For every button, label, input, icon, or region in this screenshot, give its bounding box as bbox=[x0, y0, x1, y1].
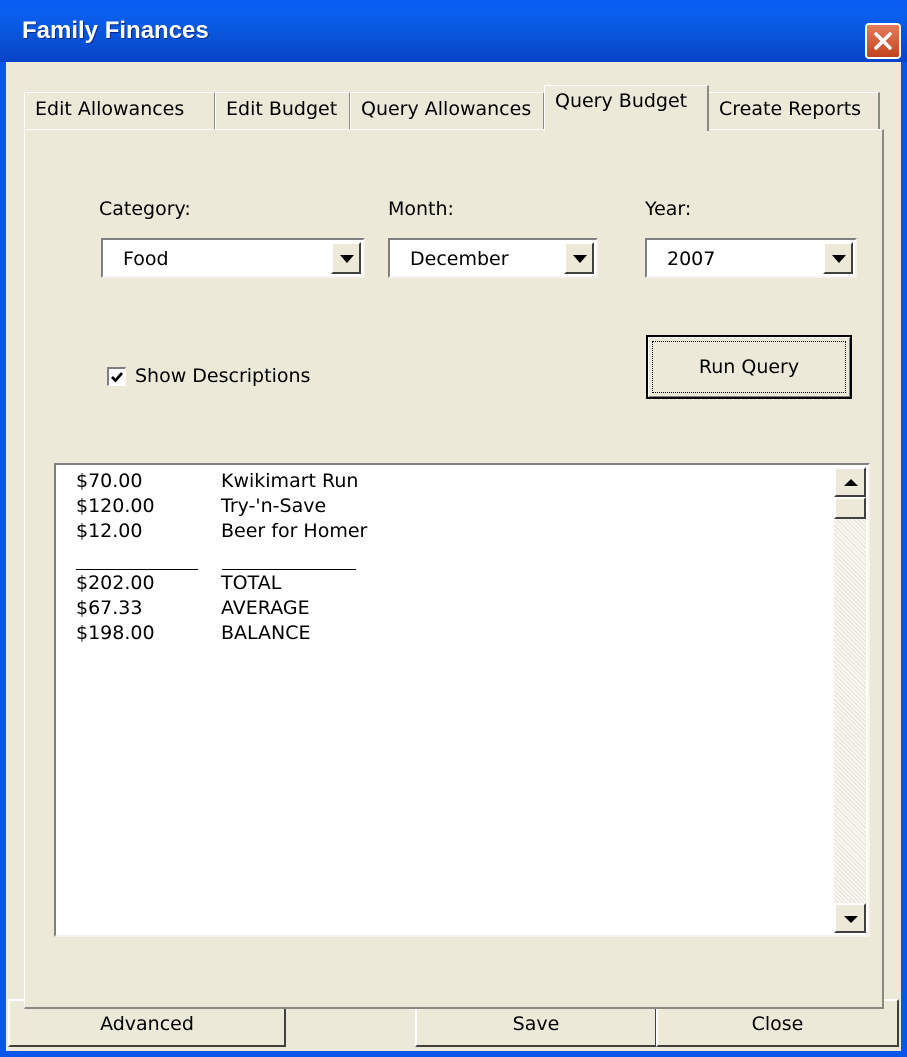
app-window: Family Finances Edit Allowances Edit Bud… bbox=[0, 0, 907, 1057]
category-label: Category: bbox=[99, 198, 191, 220]
close-window-button[interactable] bbox=[865, 23, 901, 59]
query-budget-panel: Category: Month: Year: Food December 200… bbox=[24, 129, 884, 1009]
dialog-body: Edit Allowances Edit Budget Query Allowa… bbox=[6, 62, 901, 1051]
tab-edit-allowances[interactable]: Edit Allowances bbox=[24, 92, 216, 130]
summary-amount: $202.00 bbox=[76, 572, 155, 594]
run-query-button[interactable]: Run Query bbox=[646, 335, 852, 399]
chevron-down-icon bbox=[573, 255, 587, 263]
entry-description: Kwikimart Run bbox=[221, 470, 359, 492]
run-query-label: Run Query bbox=[698, 356, 800, 378]
year-value: 2007 bbox=[667, 248, 716, 270]
category-dropdown[interactable]: Food bbox=[101, 238, 365, 278]
tab-label: Query Allowances bbox=[361, 98, 532, 120]
title-bar[interactable]: Family Finances bbox=[0, 0, 907, 62]
tab-label: Query Budget bbox=[555, 90, 688, 112]
summary-amount: $198.00 bbox=[76, 622, 155, 644]
save-label: Save bbox=[512, 1013, 560, 1035]
year-dropdown[interactable]: 2007 bbox=[645, 238, 857, 278]
tab-label: Create Reports bbox=[719, 98, 862, 120]
vertical-scrollbar[interactable] bbox=[834, 467, 866, 933]
scroll-thumb[interactable] bbox=[834, 497, 866, 519]
tab-edit-budget[interactable]: Edit Budget bbox=[215, 92, 351, 130]
show-descriptions-label[interactable]: Show Descriptions bbox=[135, 365, 310, 387]
month-dropdown-button[interactable] bbox=[564, 242, 594, 274]
month-dropdown[interactable]: December bbox=[388, 238, 598, 278]
advanced-label: Advanced bbox=[100, 1013, 194, 1035]
close-label: Close bbox=[751, 1013, 804, 1035]
results-listbox[interactable]: $70.00 Kwikimart Run $120.00 Try-'n-Save… bbox=[54, 463, 870, 937]
close-icon bbox=[874, 32, 892, 50]
scroll-down-button[interactable] bbox=[834, 903, 866, 933]
scroll-up-arrow-icon bbox=[844, 479, 858, 486]
entry-amount: $70.00 bbox=[76, 470, 143, 492]
tab-create-reports[interactable]: Create Reports bbox=[708, 92, 880, 130]
entry-description: Beer for Homer bbox=[221, 520, 368, 542]
year-dropdown-button[interactable] bbox=[823, 242, 853, 274]
summary-label: AVERAGE bbox=[221, 597, 310, 619]
tab-query-budget[interactable]: Query Budget bbox=[544, 85, 709, 131]
amount-underline bbox=[76, 569, 198, 570]
year-label: Year: bbox=[645, 198, 692, 220]
summary-amount: $67.33 bbox=[76, 597, 143, 619]
month-value: December bbox=[410, 248, 509, 270]
tab-label: Edit Budget bbox=[226, 98, 338, 120]
description-underline bbox=[222, 569, 356, 570]
month-label: Month: bbox=[388, 198, 454, 220]
category-value: Food bbox=[123, 248, 169, 270]
entry-amount: $120.00 bbox=[76, 495, 155, 517]
chevron-down-icon bbox=[340, 255, 354, 263]
tab-query-allowances[interactable]: Query Allowances bbox=[350, 92, 545, 130]
entry-description: Try-'n-Save bbox=[221, 495, 327, 517]
summary-label: BALANCE bbox=[221, 622, 311, 644]
window-title: Family Finances bbox=[22, 17, 209, 44]
checkmark-icon bbox=[111, 372, 124, 383]
scroll-down-arrow-icon bbox=[844, 916, 858, 923]
summary-label: TOTAL bbox=[221, 572, 282, 594]
chevron-down-icon bbox=[832, 255, 846, 263]
category-dropdown-button[interactable] bbox=[331, 242, 361, 274]
scroll-up-button[interactable] bbox=[834, 467, 866, 497]
show-descriptions-checkbox[interactable] bbox=[107, 367, 126, 386]
tab-label: Edit Allowances bbox=[35, 98, 185, 120]
entry-amount: $12.00 bbox=[76, 520, 143, 542]
